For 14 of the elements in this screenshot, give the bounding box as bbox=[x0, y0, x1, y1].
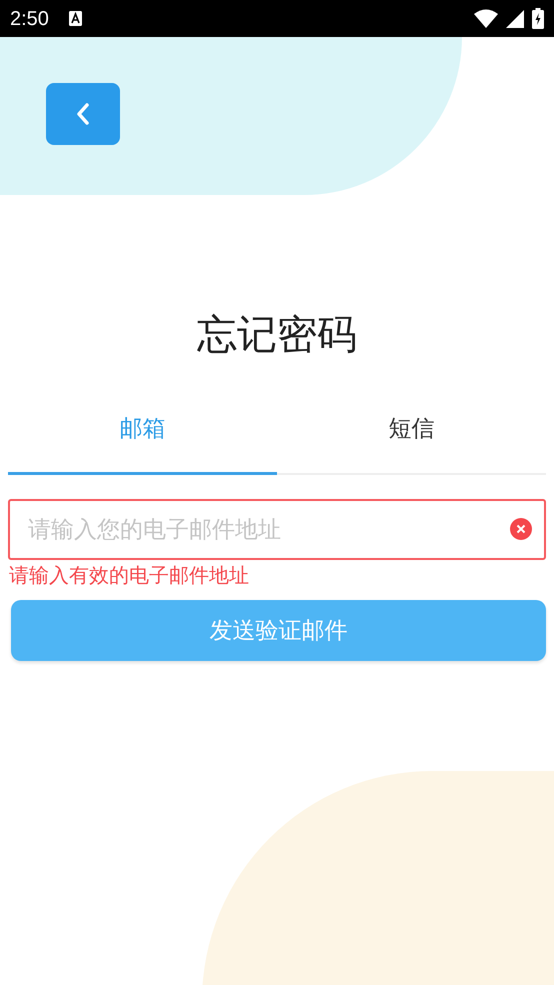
page-title: 忘记密码 bbox=[196, 315, 358, 355]
clear-icon[interactable] bbox=[510, 518, 532, 540]
battery-icon bbox=[532, 8, 544, 29]
wifi-icon bbox=[474, 9, 498, 28]
send-button[interactable]: 发送验证邮件 bbox=[11, 600, 546, 660]
tab[interactable]: 短信 bbox=[277, 411, 546, 474]
tab[interactable]: 邮箱 bbox=[8, 411, 277, 474]
email-field[interactable]: 请输入您的电子邮件地址 bbox=[8, 498, 546, 560]
notification-icon bbox=[68, 11, 82, 26]
error-message: 请输入有效的电子邮件地址 bbox=[9, 564, 250, 588]
back-button[interactable] bbox=[46, 83, 120, 145]
signal-icon bbox=[506, 10, 524, 28]
status-time: 2:50 bbox=[10, 6, 49, 32]
chevron-left-icon bbox=[76, 102, 90, 126]
